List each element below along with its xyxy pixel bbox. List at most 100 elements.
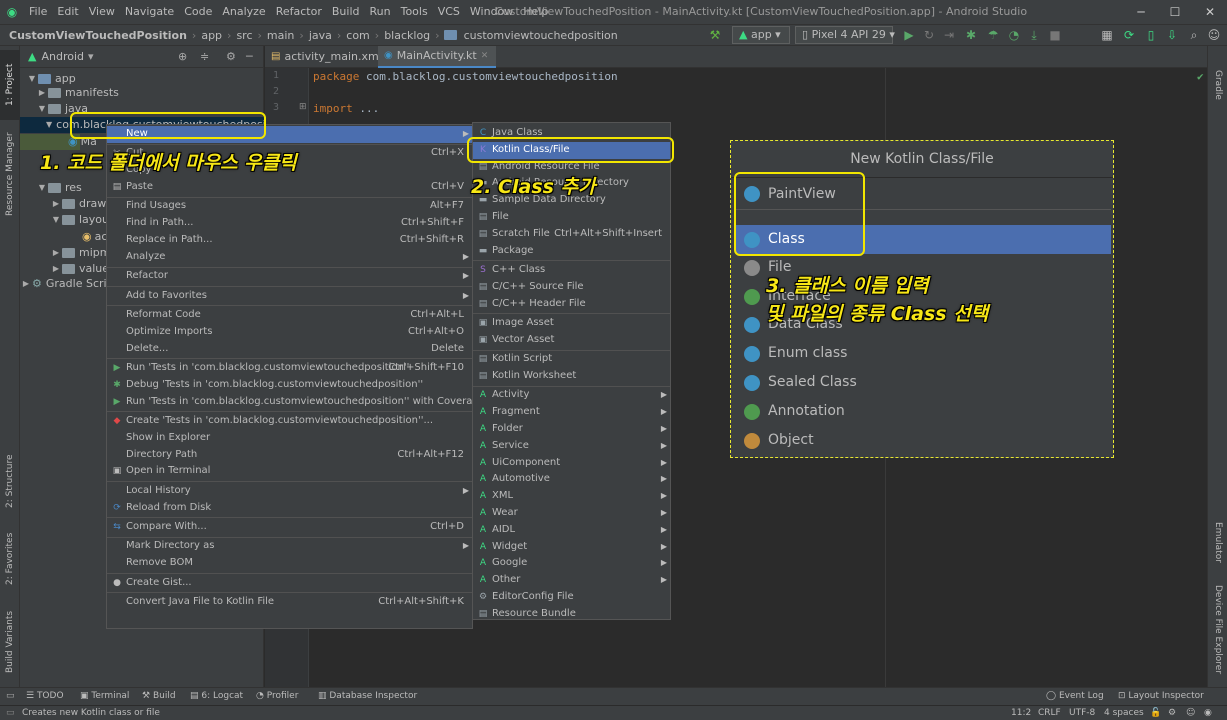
profile-icon[interactable]: ◔ [1003, 24, 1025, 46]
menu-item-kotlin-script[interactable]: ▤ Kotlin Script [473, 351, 670, 368]
menu-tools[interactable]: Tools [396, 0, 433, 24]
menu-item-other[interactable]: A Other ▶ [473, 572, 670, 589]
tree-item-layou[interactable]: ▼ layou [50, 212, 109, 228]
coverage-icon[interactable]: ☂ [982, 24, 1004, 46]
menu-item-find-in-path[interactable]: Find in Path... Ctrl+Shift+F [107, 215, 472, 232]
menu-item-c-class[interactable]: S C++ Class [473, 262, 670, 279]
menu-item-analyze[interactable]: Analyze ▶ [107, 249, 472, 266]
search-icon[interactable]: ⌕ [1183, 24, 1205, 46]
expand-arrow-icon[interactable]: ▼ [50, 212, 62, 228]
menu-file[interactable]: File [24, 0, 52, 24]
notifications-icon[interactable]: ◉ [1204, 706, 1212, 720]
menu-item-editorconfig-file[interactable]: ⚙ EditorConfig File [473, 589, 670, 606]
menu-item-delete[interactable]: Delete... Delete [107, 341, 472, 358]
breadcrumb-item[interactable]: main [264, 29, 297, 42]
menu-item-wear[interactable]: A Wear ▶ [473, 505, 670, 522]
expand-arrow-icon[interactable]: ▼ [36, 101, 48, 117]
stop-icon[interactable]: ■ [1044, 24, 1066, 46]
avd-manager-icon[interactable]: ▯ [1140, 24, 1162, 46]
project-view-select[interactable]: Android [41, 50, 84, 63]
menu-item-open-in-terminal[interactable]: ▣ Open in Terminal [107, 463, 472, 480]
menu-build[interactable]: Build [327, 0, 365, 24]
breadcrumb-item[interactable]: customviewtouchedposition [461, 29, 621, 42]
debug-icon[interactable]: ✱ [960, 24, 982, 46]
chevron-down-icon[interactable]: ▾ [88, 50, 94, 63]
menu-item-uicomponent[interactable]: A UiComponent ▶ [473, 455, 670, 472]
kind-item-sealed-class[interactable]: Sealed Class [736, 368, 1111, 397]
menu-item-kotlin-worksheet[interactable]: ▤ Kotlin Worksheet [473, 368, 670, 385]
menu-item-find-usages[interactable]: Find Usages Alt+F7 [107, 198, 472, 215]
tree-item-res[interactable]: ▼ res [36, 180, 82, 196]
breadcrumb-item[interactable]: java [306, 29, 335, 42]
menu-item-reload-from-disk[interactable]: ⟳ Reload from Disk [107, 500, 472, 517]
menu-item-debug-tests-in-com-blacklog-customviewtouchedposition[interactable]: ✱ Debug 'Tests in 'com.blacklog.customvie… [107, 377, 472, 394]
menu-item-package[interactable]: ▬ Package [473, 243, 670, 260]
menu-item-refactor[interactable]: Refactor ▶ [107, 268, 472, 285]
menu-navigate[interactable]: Navigate [120, 0, 179, 24]
event-log-tab[interactable]: ◯ Event Log [1046, 688, 1104, 705]
menu-item-remove-bom[interactable]: Remove BOM [107, 555, 472, 572]
menu-item-file[interactable]: ▤ File [473, 209, 670, 226]
menu-item-fragment[interactable]: A Fragment ▶ [473, 404, 670, 421]
build-tab[interactable]: ⚒ Build [142, 688, 176, 705]
menu-view[interactable]: View [84, 0, 120, 24]
tool-windows-icon[interactable]: ▭ [6, 688, 15, 705]
device-select[interactable]: ▯ Pixel 4 API 29 ▾ [795, 26, 895, 44]
menu-item-vector-asset[interactable]: ▣ Vector Asset [473, 332, 670, 349]
menu-item-create-tests-in-com-blacklog-customviewtouchedposition[interactable]: ◆ Create 'Tests in 'com.blacklog.customvi… [107, 413, 472, 430]
menu-item-optimize-imports[interactable]: Optimize Imports Ctrl+Alt+O [107, 324, 472, 341]
menu-item-activity[interactable]: A Activity ▶ [473, 387, 670, 404]
kind-item-annotation[interactable]: Annotation [736, 397, 1111, 426]
run-icon[interactable]: ▶ [898, 24, 920, 46]
menu-item-service[interactable]: A Service ▶ [473, 438, 670, 455]
menu-item-mark-directory-as[interactable]: Mark Directory as ▶ [107, 538, 472, 555]
menu-item-widget[interactable]: A Widget ▶ [473, 539, 670, 556]
tab-main-activity-kt[interactable]: ◉ MainActivity.kt ✕ [378, 46, 497, 68]
menu-item-image-asset[interactable]: ▣ Image Asset [473, 315, 670, 332]
menu-refactor[interactable]: Refactor [271, 0, 327, 24]
menu-item-folder[interactable]: A Folder ▶ [473, 421, 670, 438]
profiler-tab[interactable]: ◔ Profiler [256, 688, 298, 705]
menu-run[interactable]: Run [365, 0, 396, 24]
menu-item-run-tests-in-com-blacklog-customviewtouchedposition-with-coverage[interactable]: ▶ Run 'Tests in 'com.blacklog.customviewt… [107, 394, 485, 411]
tree-item-gradle-script[interactable]: ▶ ⚙ Gradle Script [20, 276, 118, 292]
menu-item-local-history[interactable]: Local History ▶ [107, 483, 472, 500]
file-encoding[interactable]: UTF-8 [1069, 706, 1095, 720]
favorites-tab[interactable]: 2: Favorites [0, 524, 20, 594]
collapse-all-icon[interactable]: ≑ [200, 50, 209, 63]
git-icon[interactable]: ⚙ [1168, 706, 1176, 720]
kind-item-object[interactable]: Object [736, 426, 1111, 455]
menu-item-add-to-favorites[interactable]: Add to Favorites ▶ [107, 288, 472, 305]
locate-icon[interactable]: ⊕ [178, 50, 187, 63]
maximize-button[interactable]: ☐ [1158, 0, 1192, 24]
menu-item-compare-with[interactable]: ⇆ Compare With... Ctrl+D [107, 519, 472, 536]
menu-item-convert-java-file-to-kotlin-file[interactable]: Convert Java File to Kotlin File Ctrl+Alt… [107, 594, 472, 611]
menu-item-replace-in-path[interactable]: Replace in Path... Ctrl+Shift+R [107, 232, 472, 249]
database-inspector-tab[interactable]: ▥ Database Inspector [318, 688, 417, 705]
structure-tab[interactable]: 2: Structure [0, 446, 20, 516]
expand-arrow-icon[interactable]: ▶ [20, 276, 32, 292]
expand-arrow-icon[interactable]: ▼ [36, 180, 48, 196]
menu-item-run-tests-in-com-blacklog-customviewtouchedposition[interactable]: ▶ Run 'Tests in 'com.blacklog.customviewt… [107, 360, 472, 377]
code-line[interactable]: package com.blacklog.customviewtouchedpo… [313, 70, 618, 83]
tree-item-drawa[interactable]: ▶ drawa [50, 196, 113, 212]
gradle-tab[interactable]: Gradle [1208, 60, 1227, 110]
inspector-icon[interactable]: ☺ [1186, 706, 1195, 720]
menu-item-c-c-header-file[interactable]: ▤ C/C++ Header File [473, 296, 670, 313]
menu-item-show-in-explorer[interactable]: Show in Explorer [107, 430, 472, 447]
caret-position[interactable]: 11:2 [1011, 706, 1031, 720]
menu-item-xml[interactable]: A XML ▶ [473, 488, 670, 505]
device-file-explorer-tab[interactable]: Device File Explorer [1208, 580, 1227, 680]
menu-code[interactable]: Code [179, 0, 217, 24]
build-variants-tab[interactable]: Build Variants [0, 602, 20, 682]
expand-arrow-icon[interactable]: ▶ [50, 196, 62, 212]
menu-item-c-c-source-file[interactable]: ▤ C/C++ Source File [473, 279, 670, 296]
line-separator[interactable]: CRLF [1038, 706, 1061, 720]
terminal-tab[interactable]: ▣ Terminal [80, 688, 129, 705]
apply-code-changes-icon[interactable]: ⇥ [938, 24, 960, 46]
expand-arrow-icon[interactable]: ▶ [50, 261, 62, 277]
breadcrumb-item[interactable]: blacklog [381, 29, 433, 42]
breadcrumb-item[interactable]: src [233, 29, 255, 42]
close-window-button[interactable]: ✕ [1193, 0, 1227, 24]
account-icon[interactable]: ☺ [1203, 24, 1225, 46]
